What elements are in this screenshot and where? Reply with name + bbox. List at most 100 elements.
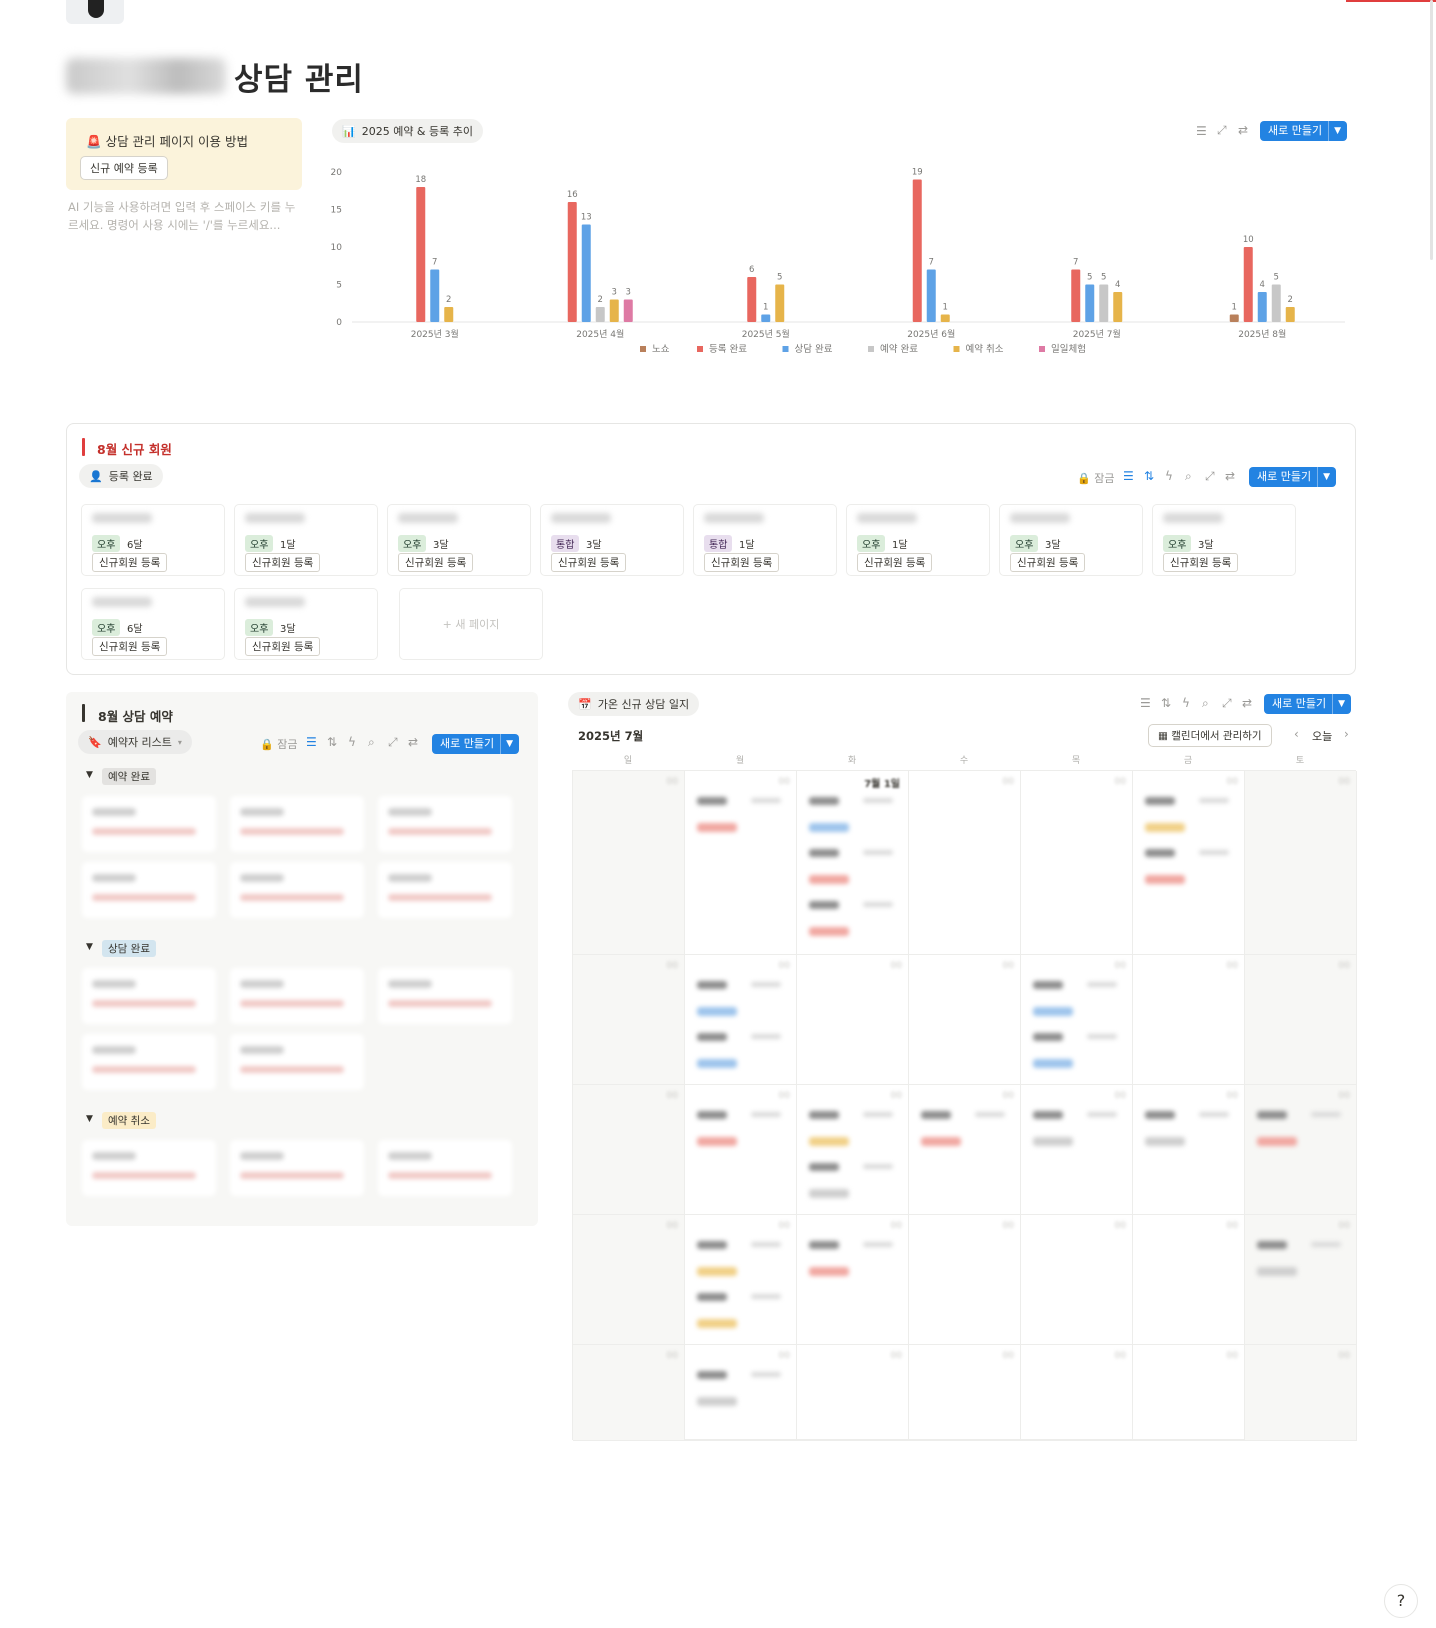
calendar-event-blurred[interactable] — [805, 793, 905, 841]
calendar-event-blurred[interactable] — [693, 1029, 793, 1077]
calendar-day-cell[interactable]: 00 — [573, 955, 685, 1085]
calendar-day-cell[interactable]: 00 — [1021, 1345, 1133, 1441]
calendar-day-cell[interactable]: 00 — [1245, 955, 1357, 1085]
sort-icon[interactable]: ⇅ — [327, 735, 337, 749]
reservation-card-blurred[interactable] — [82, 796, 216, 852]
reservation-card-blurred[interactable] — [82, 1140, 216, 1196]
calendar-day-cell[interactable]: 00 — [797, 955, 909, 1085]
expand-icon[interactable]: ⤢ — [1217, 123, 1227, 138]
calendar-day-cell[interactable]: 00 — [1021, 1085, 1133, 1215]
members-new-button[interactable]: 새로 만들기 ▼ — [1249, 467, 1337, 487]
calendar-day-cell[interactable]: 00 — [1133, 955, 1245, 1085]
member-card[interactable]: 오후 3달 신규회원 등록 — [999, 504, 1143, 576]
scrollbar[interactable] — [1430, 0, 1433, 260]
group-toggle-icon[interactable]: ▼ — [86, 770, 93, 780]
calendar-event-blurred[interactable] — [805, 1237, 905, 1285]
calendar-event-blurred[interactable] — [805, 1159, 905, 1207]
calendar-view-tab[interactable]: 📅 가온 신규 상담 일지 — [568, 692, 700, 716]
member-card[interactable]: 오후 6달 신규회원 등록 — [81, 504, 225, 576]
filter-icon[interactable]: ☰ — [306, 735, 317, 749]
sort-icon[interactable]: ⇅ — [1161, 696, 1171, 710]
calendar-day-cell[interactable]: 00 — [909, 1085, 1021, 1215]
calendar-day-cell[interactable]: 00 — [1133, 1215, 1245, 1345]
reservation-card-blurred[interactable] — [82, 862, 216, 918]
expand-icon[interactable]: ⤢ — [1205, 469, 1215, 484]
calendar-day-cell[interactable]: 00 — [1245, 771, 1357, 955]
reservation-card-blurred[interactable] — [82, 1034, 216, 1090]
calendar-event-blurred[interactable] — [1141, 845, 1241, 893]
member-card[interactable]: 통합 1달 신규회원 등록 — [693, 504, 837, 576]
new-reservation-button[interactable]: 신규 예약 등록 — [80, 156, 168, 180]
calendar-day-cell[interactable]: 00 — [909, 771, 1021, 955]
calendar-day-cell[interactable]: 00 — [1021, 1215, 1133, 1345]
expand-icon[interactable]: ⤢ — [1222, 696, 1232, 711]
reservation-card-blurred[interactable] — [378, 1140, 512, 1196]
group-toggle-icon[interactable]: ▼ — [86, 1114, 93, 1124]
search-icon[interactable]: ⌕ — [1185, 469, 1192, 484]
search-icon[interactable]: ⌕ — [1202, 696, 1209, 711]
help-button[interactable]: ? — [1384, 1584, 1418, 1618]
automation-icon[interactable]: ϟ — [348, 735, 356, 749]
calendar-event-blurred[interactable] — [805, 897, 905, 945]
calendar-day-cell[interactable]: 00 — [1133, 1085, 1245, 1215]
filter-icon[interactable]: ☰ — [1196, 124, 1207, 138]
calendar-day-cell[interactable]: 00 — [797, 1085, 909, 1215]
calendar-event-blurred[interactable] — [1141, 1107, 1241, 1155]
calendar-event-blurred[interactable] — [1029, 1107, 1129, 1155]
chevron-down-icon[interactable]: ▼ — [500, 734, 513, 754]
reservation-card-blurred[interactable] — [230, 1034, 364, 1090]
calendar-event-blurred[interactable] — [693, 977, 793, 1025]
chevron-down-icon[interactable]: ▼ — [1328, 121, 1341, 141]
calendar-day-cell[interactable]: 00 — [797, 1345, 909, 1441]
chart-new-button[interactable]: 새로 만들기 ▼ — [1260, 121, 1348, 141]
calendar-day-cell[interactable]: 00 — [909, 1345, 1021, 1441]
calendar-day-cell[interactable]: 00 — [685, 1345, 797, 1441]
reservation-card-blurred[interactable] — [230, 796, 364, 852]
calendar-day-cell[interactable]: 00 — [1245, 1215, 1357, 1345]
calendar-new-button[interactable]: 새로 만들기 ▼ — [1264, 694, 1352, 714]
manage-in-calendar-button[interactable]: ▦ 캘린더에서 관리하기 — [1148, 724, 1272, 747]
calendar-event-blurred[interactable] — [917, 1107, 1017, 1155]
calendar-day-cell[interactable]: 00 — [1245, 1345, 1357, 1441]
new-page-button[interactable]: + 새 페이지 — [399, 588, 543, 660]
calendar-day-cell[interactable]: 00 — [685, 1215, 797, 1345]
member-card[interactable]: 오후 3달 신규회원 등록 — [387, 504, 531, 576]
calendar-day-cell[interactable]: 00 — [1133, 771, 1245, 955]
reservation-card-blurred[interactable] — [230, 1140, 364, 1196]
calendar-event-blurred[interactable] — [693, 1107, 793, 1155]
group-toggle-icon[interactable]: ▼ — [86, 942, 93, 952]
filter-icon[interactable]: ☰ — [1123, 469, 1134, 483]
calendar-event-blurred[interactable] — [1253, 1237, 1353, 1285]
member-card[interactable]: 통합 3달 신규회원 등록 — [540, 504, 684, 576]
settings-icon[interactable]: ⇄ — [1225, 469, 1235, 483]
settings-icon[interactable]: ⇄ — [1242, 696, 1252, 710]
reservation-card-blurred[interactable] — [378, 862, 512, 918]
calendar-day-cell[interactable]: 00 — [797, 1215, 909, 1345]
settings-icon[interactable]: ⇄ — [1238, 123, 1248, 137]
calendar-event-blurred[interactable] — [693, 1237, 793, 1285]
calendar-day-cell[interactable]: 00 — [573, 1215, 685, 1345]
reservations-new-button[interactable]: 새로 만들기 ▼ — [432, 734, 520, 754]
calendar-event-blurred[interactable] — [805, 845, 905, 893]
reservations-view-tab[interactable]: 🔖 예약자 리스트 ▾ — [78, 730, 192, 754]
calendar-day-cell[interactable]: 00 — [685, 955, 797, 1085]
calendar-day-cell[interactable]: 00 — [909, 955, 1021, 1085]
member-card[interactable]: 오후 3달 신규회원 등록 — [1152, 504, 1296, 576]
member-card[interactable]: 오후 1달 신규회원 등록 — [846, 504, 990, 576]
calendar-day-cell[interactable]: 00 — [573, 1085, 685, 1215]
calendar-day-cell[interactable]: 00 — [1021, 955, 1133, 1085]
chevron-down-icon[interactable]: ▼ — [1332, 694, 1345, 714]
automation-icon[interactable]: ϟ — [1182, 696, 1190, 710]
calendar-event-blurred[interactable] — [805, 1107, 905, 1155]
calendar-event-blurred[interactable] — [1253, 1107, 1353, 1155]
callout-title[interactable]: 🚨 상담 관리 페이지 이용 방법 — [86, 131, 248, 150]
chart-view-tab[interactable]: 📊 2025 예약 & 등록 추이 — [332, 119, 483, 143]
calendar-day-cell[interactable]: 00 — [573, 771, 685, 955]
calendar-day-cell[interactable]: 00 — [1245, 1085, 1357, 1215]
search-icon[interactable]: ⌕ — [368, 735, 375, 750]
member-card[interactable]: 오후 6달 신규회원 등록 — [81, 588, 225, 660]
reservation-card-blurred[interactable] — [378, 968, 512, 1024]
reservation-card-blurred[interactable] — [230, 968, 364, 1024]
calendar-day-cell[interactable]: 00 — [685, 1085, 797, 1215]
page-icon[interactable] — [66, 0, 124, 24]
